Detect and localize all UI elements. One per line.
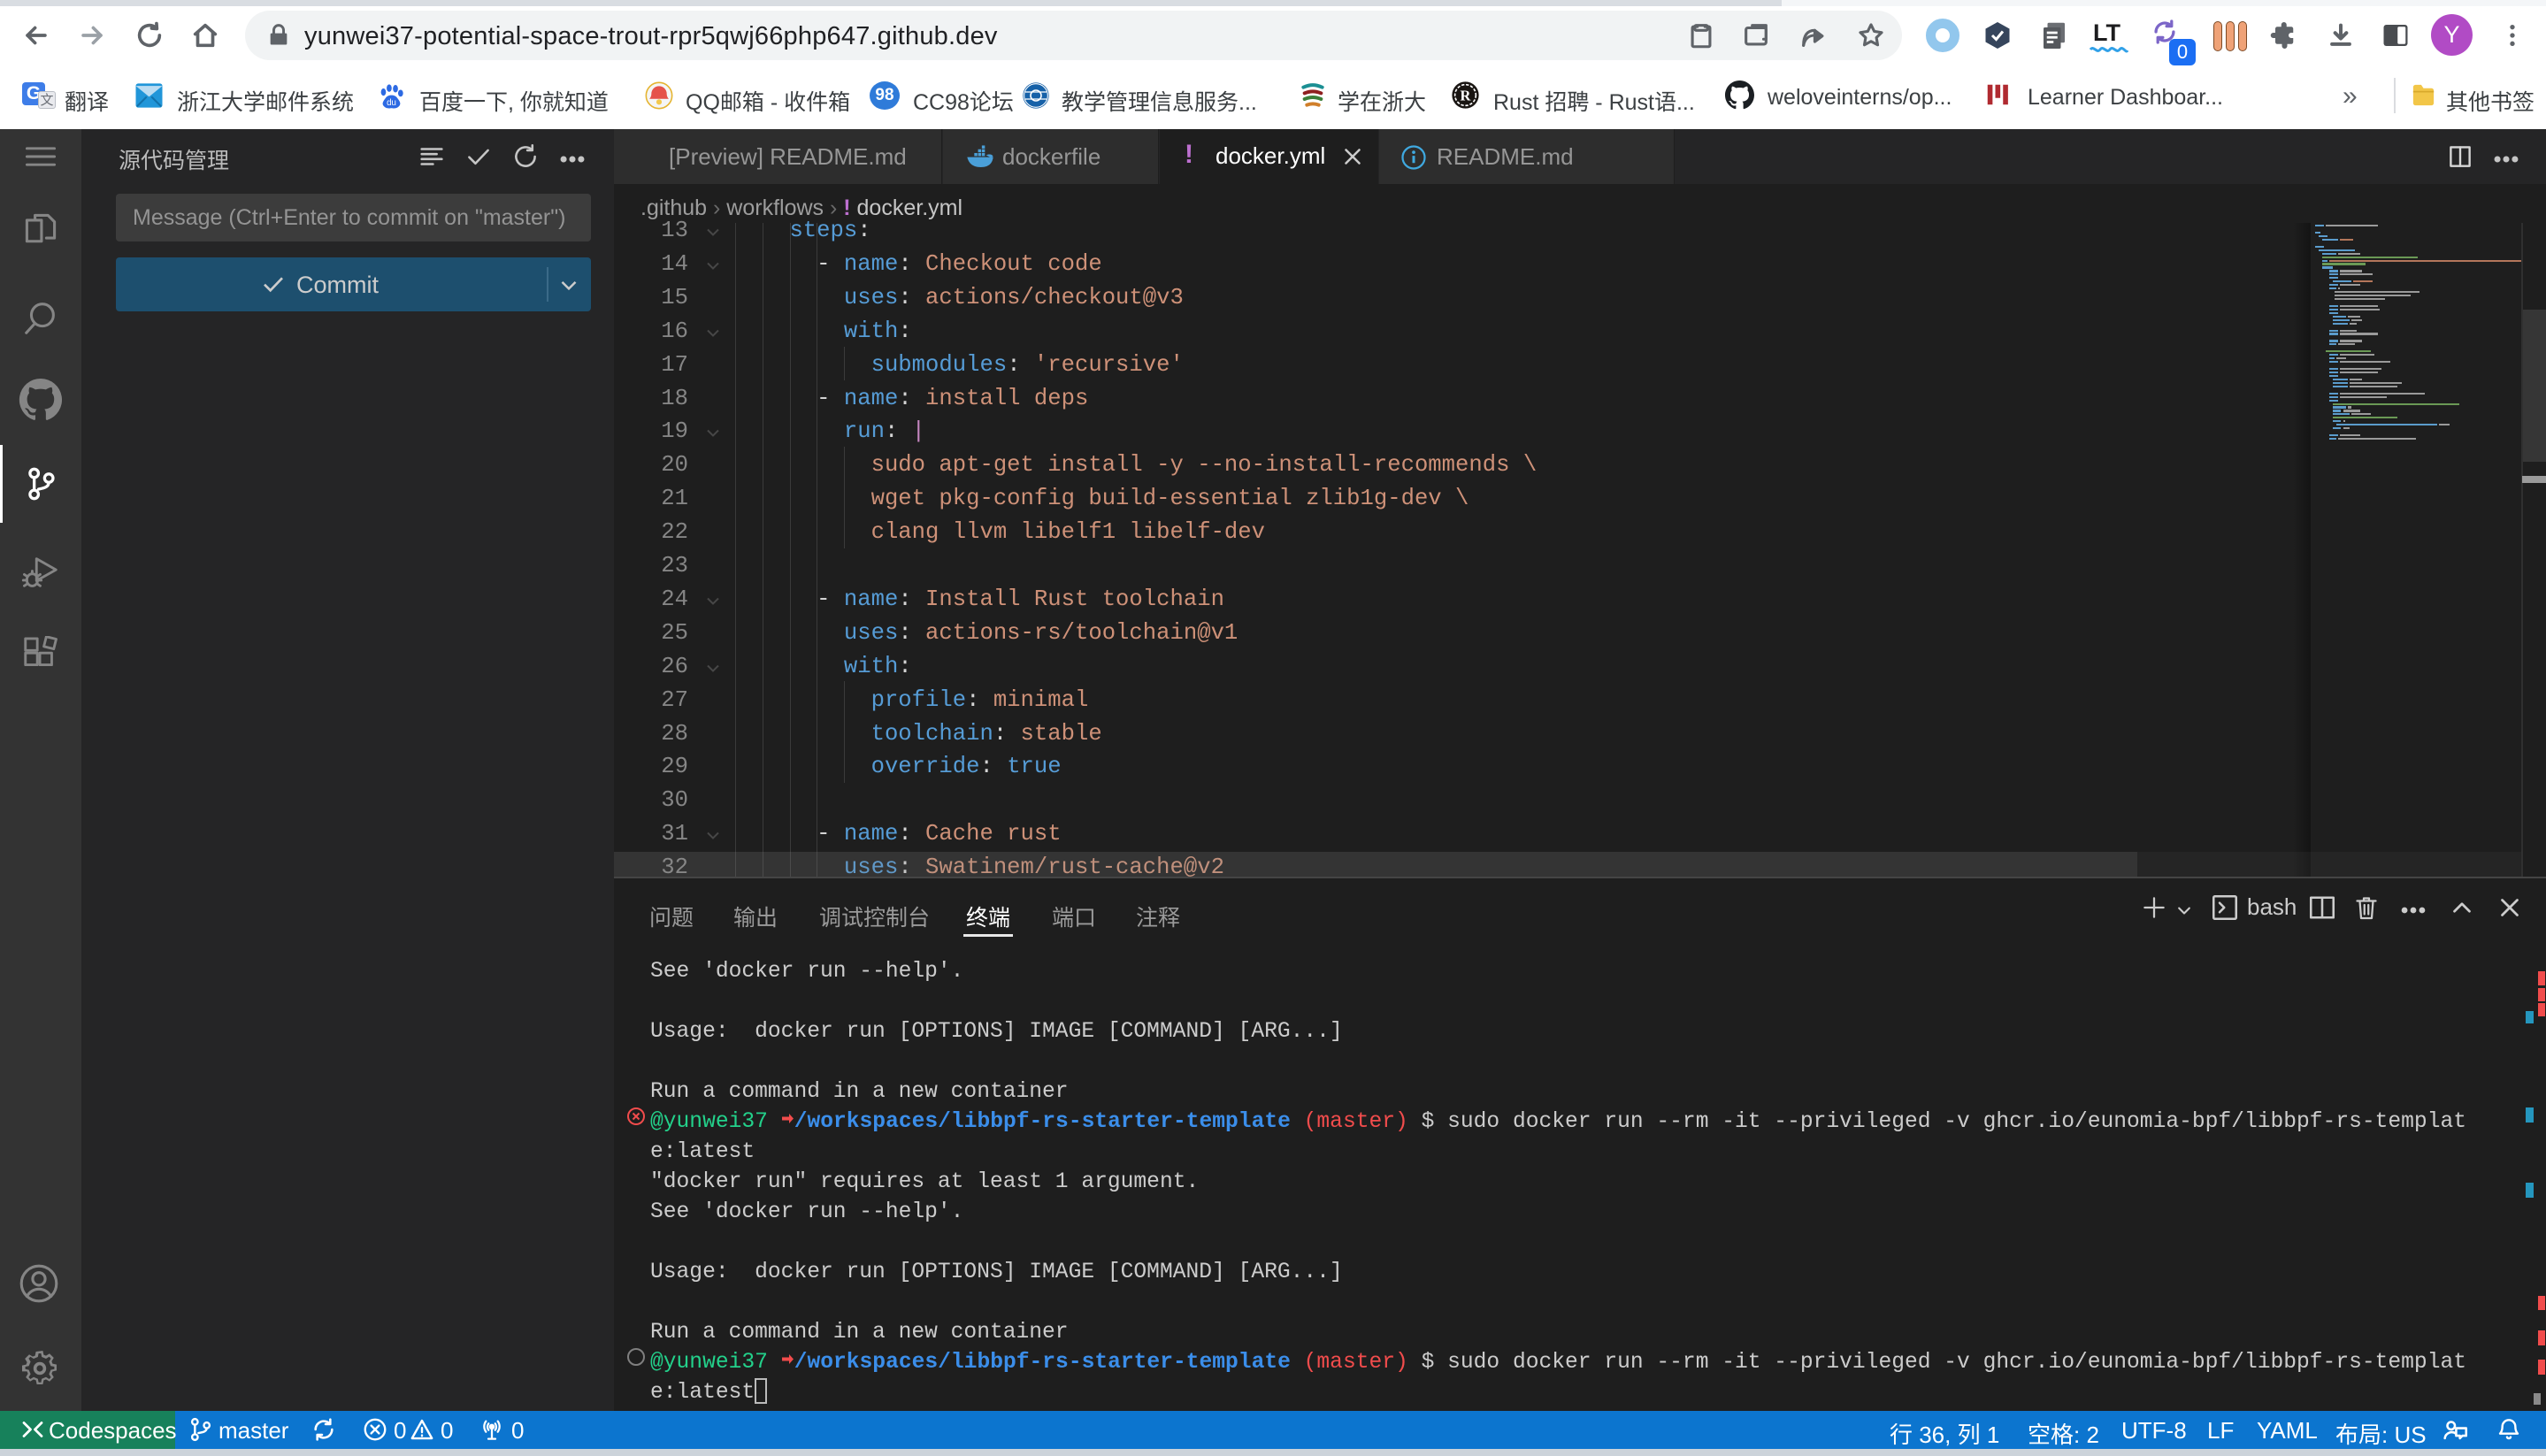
svg-text:R: R: [1461, 87, 1472, 103]
svg-text:du: du: [387, 98, 396, 108]
